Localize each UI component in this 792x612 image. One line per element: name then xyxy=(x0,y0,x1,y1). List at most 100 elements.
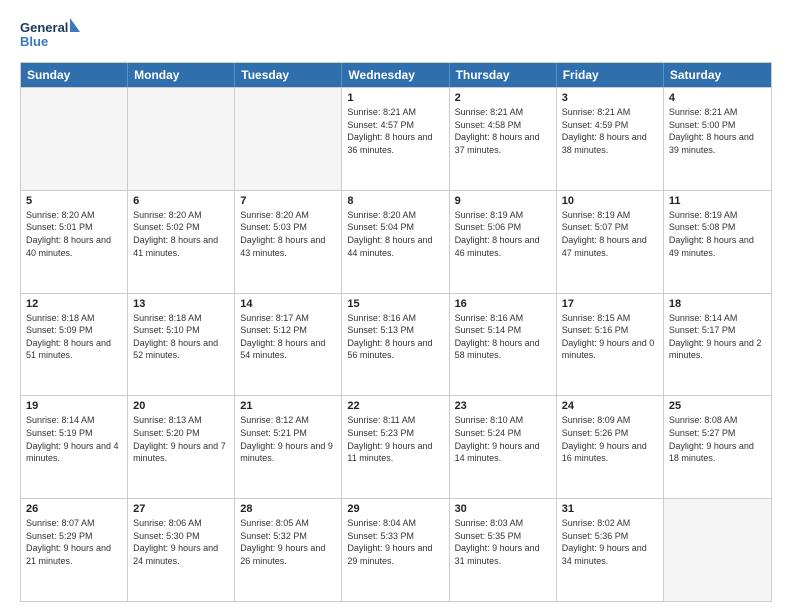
cal-cell-10: 10 Sunrise: 8:19 AMSunset: 5:07 PMDayligh… xyxy=(557,191,664,293)
day-number: 20 xyxy=(133,400,229,412)
day-info: Sunrise: 8:02 AMSunset: 5:36 PMDaylight:… xyxy=(562,517,658,567)
cal-cell-29: 29 Sunrise: 8:04 AMSunset: 5:33 PMDayligh… xyxy=(342,499,449,601)
cal-cell-3: 3Sunrise: 8:21 AMSunset: 4:59 PMDaylight… xyxy=(557,88,664,190)
day-info: Sunrise: 8:11 AMSunset: 5:23 PMDaylight:… xyxy=(347,414,443,464)
cal-cell-empty-0-2 xyxy=(235,88,342,190)
cal-cell-25: 25Sunrise: 8:08 AMSunset: 5:27 PMDayligh… xyxy=(664,396,771,498)
cal-cell-4: 4 Sunrise: 8:21 AMSunset: 5:00 PMDaylight… xyxy=(664,88,771,190)
logo-svg: General Blue xyxy=(20,16,80,54)
day-info: Sunrise: 8:15 AMSunset: 5:16 PMDaylight:… xyxy=(562,312,658,362)
week-row-1: 5 Sunrise: 8:20 AMSunset: 5:01 PMDaylight… xyxy=(21,190,771,293)
day-number: 21 xyxy=(240,400,336,412)
cal-cell-2: 2 Sunrise: 8:21 AMSunset: 4:58 PMDaylight… xyxy=(450,88,557,190)
day-info: Sunrise: 8:18 AMSunset: 5:09 PMDaylight:… xyxy=(26,312,122,362)
cal-cell-22: 22Sunrise: 8:11 AMSunset: 5:23 PMDayligh… xyxy=(342,396,449,498)
day-number: 26 xyxy=(26,503,122,515)
day-number: 25 xyxy=(669,400,766,412)
day-number: 1 xyxy=(347,92,443,104)
day-number: 4 xyxy=(669,92,766,104)
day-number: 27 xyxy=(133,503,229,515)
cal-cell-20: 20 Sunrise: 8:13 AMSunset: 5:20 PMDayligh… xyxy=(128,396,235,498)
day-info: Sunrise: 8:21 AMSunset: 5:00 PMDaylight:… xyxy=(669,106,766,156)
day-number: 7 xyxy=(240,195,336,207)
day-number: 14 xyxy=(240,298,336,310)
day-number: 24 xyxy=(562,400,658,412)
cal-cell-19: 19 Sunrise: 8:14 AMSunset: 5:19 PMDayligh… xyxy=(21,396,128,498)
day-info: Sunrise: 8:13 AMSunset: 5:20 PMDaylight:… xyxy=(133,414,229,464)
week-row-0: 1 Sunrise: 8:21 AMSunset: 4:57 PMDaylight… xyxy=(21,87,771,190)
day-info: Sunrise: 8:16 AMSunset: 5:14 PMDaylight:… xyxy=(455,312,551,362)
cal-cell-empty-0-1 xyxy=(128,88,235,190)
day-info: Sunrise: 8:19 AMSunset: 5:06 PMDaylight:… xyxy=(455,209,551,259)
day-number: 23 xyxy=(455,400,551,412)
day-number: 19 xyxy=(26,400,122,412)
day-number: 10 xyxy=(562,195,658,207)
cal-cell-6: 6Sunrise: 8:20 AMSunset: 5:02 PMDaylight… xyxy=(128,191,235,293)
day-info: Sunrise: 8:16 AMSunset: 5:13 PMDaylight:… xyxy=(347,312,443,362)
header-cell-wednesday: Wednesday xyxy=(342,63,449,87)
day-number: 31 xyxy=(562,503,658,515)
cal-cell-30: 30Sunrise: 8:03 AMSunset: 5:35 PMDayligh… xyxy=(450,499,557,601)
cal-cell-18: 18 Sunrise: 8:14 AMSunset: 5:17 PMDayligh… xyxy=(664,294,771,396)
cal-cell-13: 13 Sunrise: 8:18 AMSunset: 5:10 PMDayligh… xyxy=(128,294,235,396)
day-info: Sunrise: 8:07 AMSunset: 5:29 PMDaylight:… xyxy=(26,517,122,567)
day-info: Sunrise: 8:19 AMSunset: 5:08 PMDaylight:… xyxy=(669,209,766,259)
header-cell-sunday: Sunday xyxy=(21,63,128,87)
svg-text:Blue: Blue xyxy=(20,34,48,49)
cal-cell-7: 7 Sunrise: 8:20 AMSunset: 5:03 PMDaylight… xyxy=(235,191,342,293)
week-row-4: 26 Sunrise: 8:07 AMSunset: 5:29 PMDayligh… xyxy=(21,498,771,601)
svg-text:General: General xyxy=(20,20,68,35)
cal-cell-27: 27 Sunrise: 8:06 AMSunset: 5:30 PMDayligh… xyxy=(128,499,235,601)
logo: General Blue xyxy=(20,16,80,54)
day-info: Sunrise: 8:04 AMSunset: 5:33 PMDaylight:… xyxy=(347,517,443,567)
cal-cell-28: 28Sunrise: 8:05 AMSunset: 5:32 PMDayligh… xyxy=(235,499,342,601)
cal-cell-26: 26 Sunrise: 8:07 AMSunset: 5:29 PMDayligh… xyxy=(21,499,128,601)
day-number: 5 xyxy=(26,195,122,207)
day-info: Sunrise: 8:14 AMSunset: 5:17 PMDaylight:… xyxy=(669,312,766,362)
header-cell-thursday: Thursday xyxy=(450,63,557,87)
day-number: 17 xyxy=(562,298,658,310)
day-info: Sunrise: 8:18 AMSunset: 5:10 PMDaylight:… xyxy=(133,312,229,362)
day-info: Sunrise: 8:12 AMSunset: 5:21 PMDaylight:… xyxy=(240,414,336,464)
day-info: Sunrise: 8:05 AMSunset: 5:32 PMDaylight:… xyxy=(240,517,336,567)
page: General Blue SundayMondayTuesdayWednesda… xyxy=(0,0,792,612)
day-number: 15 xyxy=(347,298,443,310)
cal-cell-23: 23 Sunrise: 8:10 AMSunset: 5:24 PMDayligh… xyxy=(450,396,557,498)
cal-cell-31: 31 Sunrise: 8:02 AMSunset: 5:36 PMDayligh… xyxy=(557,499,664,601)
day-number: 18 xyxy=(669,298,766,310)
cal-cell-empty-0-0 xyxy=(21,88,128,190)
cal-cell-21: 21 Sunrise: 8:12 AMSunset: 5:21 PMDayligh… xyxy=(235,396,342,498)
day-number: 12 xyxy=(26,298,122,310)
header-cell-saturday: Saturday xyxy=(664,63,771,87)
day-info: Sunrise: 8:20 AMSunset: 5:01 PMDaylight:… xyxy=(26,209,122,259)
cal-cell-9: 9 Sunrise: 8:19 AMSunset: 5:06 PMDaylight… xyxy=(450,191,557,293)
day-info: Sunrise: 8:17 AMSunset: 5:12 PMDaylight:… xyxy=(240,312,336,362)
calendar: SundayMondayTuesdayWednesdayThursdayFrid… xyxy=(20,62,772,602)
cal-cell-17: 17 Sunrise: 8:15 AMSunset: 5:16 PMDayligh… xyxy=(557,294,664,396)
cal-cell-11: 11Sunrise: 8:19 AMSunset: 5:08 PMDayligh… xyxy=(664,191,771,293)
day-number: 16 xyxy=(455,298,551,310)
cal-cell-15: 15 Sunrise: 8:16 AMSunset: 5:13 PMDayligh… xyxy=(342,294,449,396)
header-cell-friday: Friday xyxy=(557,63,664,87)
day-info: Sunrise: 8:10 AMSunset: 5:24 PMDaylight:… xyxy=(455,414,551,464)
day-info: Sunrise: 8:20 AMSunset: 5:03 PMDaylight:… xyxy=(240,209,336,259)
header: General Blue xyxy=(20,16,772,54)
cal-cell-empty-4-6 xyxy=(664,499,771,601)
cal-cell-8: 8Sunrise: 8:20 AMSunset: 5:04 PMDaylight… xyxy=(342,191,449,293)
day-info: Sunrise: 8:09 AMSunset: 5:26 PMDaylight:… xyxy=(562,414,658,464)
day-number: 30 xyxy=(455,503,551,515)
day-number: 9 xyxy=(455,195,551,207)
day-info: Sunrise: 8:19 AMSunset: 5:07 PMDaylight:… xyxy=(562,209,658,259)
day-info: Sunrise: 8:14 AMSunset: 5:19 PMDaylight:… xyxy=(26,414,122,464)
day-info: Sunrise: 8:06 AMSunset: 5:30 PMDaylight:… xyxy=(133,517,229,567)
day-number: 2 xyxy=(455,92,551,104)
header-cell-monday: Monday xyxy=(128,63,235,87)
calendar-header: SundayMondayTuesdayWednesdayThursdayFrid… xyxy=(21,63,771,87)
calendar-body: 1 Sunrise: 8:21 AMSunset: 4:57 PMDaylight… xyxy=(21,87,771,601)
day-number: 29 xyxy=(347,503,443,515)
day-info: Sunrise: 8:21 AMSunset: 4:57 PMDaylight:… xyxy=(347,106,443,156)
day-info: Sunrise: 8:21 AMSunset: 4:58 PMDaylight:… xyxy=(455,106,551,156)
day-info: Sunrise: 8:21 AMSunset: 4:59 PMDaylight:… xyxy=(562,106,658,156)
day-number: 13 xyxy=(133,298,229,310)
day-info: Sunrise: 8:20 AMSunset: 5:02 PMDaylight:… xyxy=(133,209,229,259)
